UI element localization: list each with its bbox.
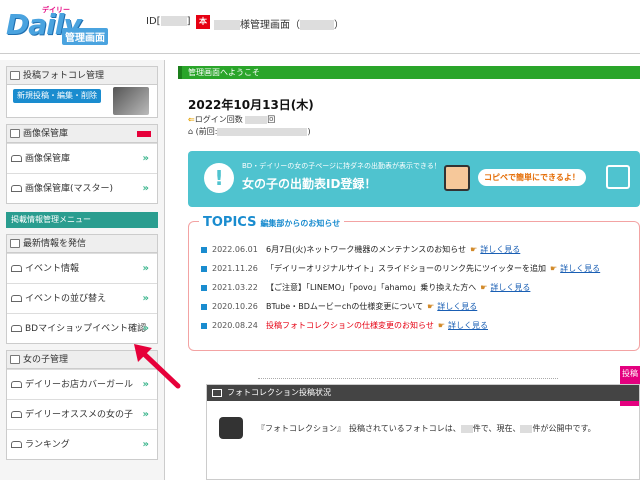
topics-title: TOPICS 編集部からのお知らせ (199, 215, 345, 230)
character-face-icon (444, 165, 470, 191)
main-content: 管理画面へようこそ 2022年10月13日(木) ⇐ログイン回数 回 ⌂ (前回… (178, 66, 640, 480)
sidebar-item-bd-myshop-event[interactable]: BDマイショップイベント確認 » (7, 313, 157, 343)
read-more-link[interactable]: 詳しく見る (437, 302, 477, 311)
sidebar-item-recommended-girl[interactable]: デイリーオススメの女の子 » (7, 399, 157, 429)
sidebar-item-ranking[interactable]: ランキング » (7, 429, 157, 459)
hon-badge: 本 (196, 15, 210, 29)
pointing-hand-icon: ☛ (550, 264, 558, 273)
chevron-right-icon: » (142, 293, 149, 304)
image-storage-box: 画像保管庫 画像保管庫 » 画像保管庫(マスター) » (6, 124, 158, 204)
new-post-edit-delete-button[interactable]: 新規投稿・編集・削除 (13, 89, 101, 103)
news-item: 2020.10.26 BTube・BDムービーchの仕様変更について ☛ 詳しく見る (201, 297, 631, 316)
banner-small-text: BD・デイリーの女の子ページに持ダネの出勤表が表示できる！ (242, 162, 441, 170)
logo-subtitle: 管理画面 (62, 28, 108, 45)
calendar-icon (606, 165, 630, 189)
home-icon: ⌂ (188, 127, 194, 136)
logo-tagline: デイリー (42, 6, 70, 14)
photo-collection-box: 投稿フォトコレ管理 新規投稿・編集・削除 (6, 66, 158, 118)
shift-id-banner[interactable]: ! BD・デイリーの女の子ページに持ダネの出勤表が表示できる！ 女の子の出勤表I… (188, 151, 640, 207)
current-date: 2022年10月13日(木) (188, 98, 314, 112)
folder-icon (10, 71, 20, 80)
news-item: 2021.11.26 「デイリーオリジナルサイト」スライドショーのリンク先にツイッ… (201, 259, 631, 278)
book-icon (11, 381, 22, 388)
latest-info-header: 最新情報を発信 (7, 235, 157, 253)
id-label: ID[] (146, 16, 191, 27)
news-list: 2022.06.01 6月7日(火)ネットワーク機器のメンテナンスのお知らせ ☛ 詳し… (201, 240, 631, 335)
banner-bubble: コピペで簡単にできるよ！ (478, 169, 586, 186)
photo-collection-header: 投稿フォトコレ管理 (7, 67, 157, 85)
news-item: 2021.03.22 【ご注意】「LINEMO」「povo」「ahamo」乗り換え… (201, 278, 631, 297)
read-more-link[interactable]: 詳しく見る (560, 264, 600, 273)
book-icon (11, 295, 22, 302)
bullet-icon (201, 246, 207, 253)
book-icon (11, 155, 22, 162)
photo-status-header: フォトコレクション投稿状況 (207, 385, 639, 401)
sidebar-item-image-storage[interactable]: 画像保管庫 » (7, 143, 157, 173)
image-storage-header: 画像保管庫 (7, 125, 157, 143)
sidebar-item-event-sort[interactable]: イベントの並び替え » (7, 283, 157, 313)
previous-login: ⌂ (前回:) (188, 127, 311, 136)
chevron-right-icon: » (142, 409, 149, 420)
pointing-hand-icon: ☛ (437, 321, 446, 330)
photo-collection-status: フォトコレクション投稿状況 『フォトコレクション』 投稿されているフォトコレは、… (206, 384, 640, 480)
pointing-hand-icon: ☛ (470, 245, 478, 254)
chevron-right-icon: » (142, 183, 149, 194)
photo-thumbnail (113, 87, 149, 115)
header: Daily デイリー 管理画面 ID[] 本 様管理画面（） (0, 0, 640, 54)
chevron-right-icon: » (142, 153, 149, 164)
folder-icon (10, 355, 20, 364)
photo-status-text: 『フォトコレクション』 投稿されているフォトコレは、 件で、現在、 件が公開中です。 (257, 424, 596, 433)
book-icon (212, 389, 222, 397)
bullet-icon (201, 303, 207, 310)
read-more-link[interactable]: 詳しく見る (448, 321, 488, 330)
pointer-arrow-icon (134, 344, 181, 389)
chevron-right-icon: » (142, 439, 149, 450)
banner-title: 女の子の出勤表ID登録！ (242, 177, 377, 191)
read-more-link[interactable]: 詳しく見る (480, 245, 520, 254)
bullet-icon (201, 284, 207, 291)
chevron-right-icon: » (142, 263, 149, 274)
book-icon (11, 441, 22, 448)
topics-panel: TOPICS 編集部からのお知らせ 2022.06.01 6月7日(火)ネットワーク… (188, 215, 640, 351)
daily-logo[interactable]: Daily デイリー 管理画面 (4, 4, 116, 45)
divider (258, 378, 558, 379)
pointing-hand-icon: ☛ (427, 302, 435, 311)
exclamation-icon: ! (204, 163, 234, 193)
new-badge (137, 131, 151, 137)
folder-icon (10, 129, 20, 138)
pointing-hand-icon: ☛ (480, 283, 488, 292)
sidebar-item-image-storage-master[interactable]: 画像保管庫(マスター) » (7, 173, 157, 203)
folder-icon (10, 239, 20, 248)
arrow-left-icon: ⇐ (188, 115, 195, 124)
book-icon (11, 185, 22, 192)
book-icon (11, 325, 22, 332)
book-icon (11, 265, 22, 272)
sidebar-item-event-info[interactable]: イベント情報 » (7, 253, 157, 283)
section-label-listing: 掲載情報管理メニュー (6, 212, 158, 228)
latest-info-box: 最新情報を発信 イベント情報 » イベントの並び替え » BDマイショップイベン… (6, 234, 158, 344)
news-item: 2022.06.01 6月7日(火)ネットワーク機器のメンテナンスのお知らせ ☛ 詳し… (201, 240, 631, 259)
login-count: ⇐ログイン回数 回 (188, 115, 276, 124)
news-item: 2020.08.24 投稿フォトコレクションの仕様変更のお知らせ ☛ 詳しく見る (201, 316, 631, 335)
sidebar: 投稿フォトコレ管理 新規投稿・編集・削除 画像保管庫 画像保管庫 » 画像保管庫… (0, 60, 165, 480)
bullet-icon (201, 265, 207, 272)
book-icon (11, 411, 22, 418)
manager-label: 様管理画面（） (214, 16, 344, 31)
read-more-link[interactable]: 詳しく見る (490, 283, 530, 292)
camera-icon (219, 417, 243, 439)
bullet-icon (201, 322, 207, 329)
welcome-bar: 管理画面へようこそ (178, 66, 640, 79)
